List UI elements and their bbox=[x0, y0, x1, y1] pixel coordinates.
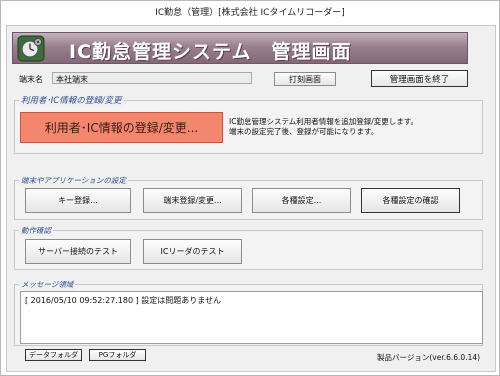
window-title: IC勤怠（管理）[株式会社 ICタイムリコーダー] bbox=[155, 8, 345, 18]
registration-description-1: IC勤怠管理システム利用者情報を追加登録/変更します。 bbox=[229, 117, 418, 126]
exit-admin-button[interactable]: 管理画面を終了 bbox=[371, 70, 468, 87]
confirm-settings-button[interactable]: 各種設定の確認 bbox=[361, 188, 460, 213]
app-window: IC勤怠（管理）[株式会社 ICタイムリコーダー] IC勤怠管理システム 管理画… bbox=[0, 0, 500, 376]
registration-description-2: 端末の設定完了後、登録が可能になります。 bbox=[229, 127, 379, 136]
terminal-name-field: 本社端末 bbox=[52, 72, 252, 84]
message-log[interactable]: [ 2016/05/10 09:52:27.180 ] 設定は問題ありません bbox=[20, 291, 483, 344]
page-title: IC勤怠管理システム 管理画面 bbox=[69, 41, 352, 63]
key-registration-button[interactable]: キー登録... bbox=[25, 188, 131, 213]
punch-screen-button[interactable]: 打刻画面 bbox=[274, 72, 336, 86]
terminal-name-label: 端末名 bbox=[19, 75, 43, 84]
terminal-registration-button[interactable]: 端末登録/変更... bbox=[143, 188, 242, 213]
diagnostics-legend: 動作確認 bbox=[19, 225, 53, 236]
product-version: 製品バージョン(ver.6.6.0.14) bbox=[377, 353, 481, 362]
header-banner: IC勤怠管理システム 管理画面 bbox=[12, 32, 468, 64]
server-connection-test-button[interactable]: サーバー接続のテスト bbox=[25, 239, 131, 264]
settings-legend: 端末やアプリケーションの設定 bbox=[19, 175, 128, 186]
registration-legend: 利用者･IC情報の登録/変更 bbox=[19, 94, 124, 106]
messages-legend: メッセージ領域 bbox=[19, 279, 76, 290]
title-bar: IC勤怠（管理）[株式会社 ICタイムリコーダー] bbox=[1, 1, 499, 23]
various-settings-button[interactable]: 各種設定... bbox=[252, 188, 351, 213]
register-user-ic-button[interactable]: 利用者･IC情報の登録/変更... bbox=[20, 112, 223, 143]
data-folder-button[interactable]: データフォルダ bbox=[25, 349, 82, 361]
message-log-line: [ 2016/05/10 09:52:27.180 ] 設定は問題ありません bbox=[25, 296, 222, 305]
pg-folder-button[interactable]: PGフォルダ bbox=[89, 349, 146, 361]
clock-gear-icon bbox=[17, 35, 45, 62]
ic-reader-test-button[interactable]: ICリーダのテスト bbox=[143, 239, 242, 264]
